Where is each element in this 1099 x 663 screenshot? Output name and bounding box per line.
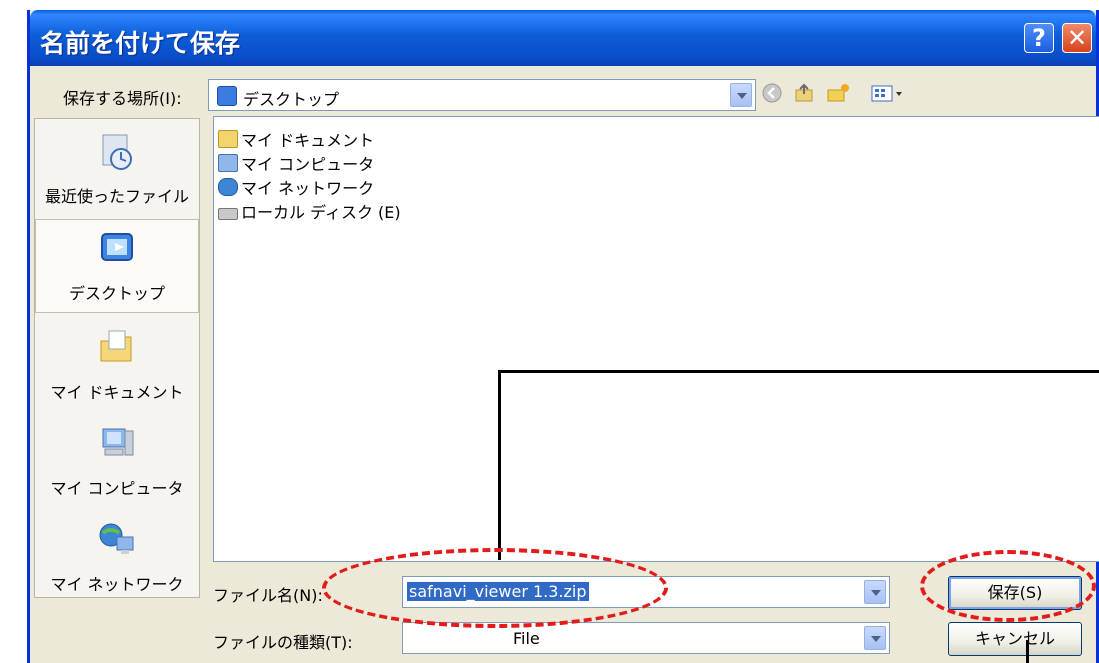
my-computer-icon xyxy=(102,428,134,456)
cancel-button[interactable]: キャンセル xyxy=(948,622,1082,656)
place-label: マイ コンピュータ xyxy=(50,479,184,498)
filetype-value: File xyxy=(513,629,540,648)
dialog-title: 名前を付けて保存 xyxy=(40,29,241,58)
computer-icon xyxy=(218,154,238,172)
list-item-label: マイ ドキュメント xyxy=(241,131,375,150)
place-recent[interactable]: 最近使ったファイル xyxy=(35,123,199,217)
list-item-label: マイ ネットワーク xyxy=(241,179,375,198)
folder-icon xyxy=(218,130,238,148)
highlight-filename-ellipse xyxy=(322,548,668,628)
chevron-down-icon[interactable] xyxy=(864,580,886,604)
places-bar: 最近使ったファイル デスクトップ マイ ドキュメント マイ コンピュータ マイ … xyxy=(34,118,200,598)
location-value: デスクトップ xyxy=(243,90,340,109)
help-button[interactable]: ? xyxy=(1024,23,1054,53)
annotation-pointer-line xyxy=(1026,640,1029,663)
network-icon xyxy=(218,178,238,196)
my-documents-icon xyxy=(100,330,132,362)
filetype-label: ファイルの種類(T): xyxy=(213,633,353,652)
place-my-documents[interactable]: マイ ドキュメント xyxy=(35,319,199,413)
location-combo[interactable]: デスクトップ xyxy=(208,79,756,111)
place-label: マイ ドキュメント xyxy=(50,383,184,402)
place-label: デスクトップ xyxy=(68,284,165,303)
place-my-network[interactable]: マイ ネットワーク xyxy=(35,511,199,605)
close-button[interactable]: ✕ xyxy=(1062,23,1092,53)
chevron-down-icon[interactable] xyxy=(730,83,752,107)
place-label: 最近使ったファイル xyxy=(44,187,189,206)
list-item[interactable]: マイ コンピュータ xyxy=(218,151,374,175)
up-folder-icon[interactable] xyxy=(792,82,816,106)
back-icon[interactable] xyxy=(760,82,784,106)
place-label: マイ ネットワーク xyxy=(50,575,184,594)
filename-label: ファイル名(N): xyxy=(213,586,323,605)
desktop-small-icon xyxy=(217,86,237,106)
new-folder-icon[interactable] xyxy=(826,82,850,106)
chevron-down-icon[interactable] xyxy=(864,626,886,650)
list-item-label: マイ コンピュータ xyxy=(241,155,375,174)
list-item[interactable]: ローカル ディスク (E) xyxy=(218,199,401,223)
list-item[interactable]: マイ ネットワーク xyxy=(218,175,374,199)
list-item[interactable]: マイ ドキュメント xyxy=(218,127,374,151)
location-label: 保存する場所(I): xyxy=(63,89,182,108)
place-desktop[interactable]: デスクトップ xyxy=(35,219,199,313)
view-menu-icon[interactable] xyxy=(870,82,906,106)
list-item-label: ローカル ディスク (E) xyxy=(241,203,401,222)
drive-icon xyxy=(218,208,238,220)
my-network-icon xyxy=(99,523,134,554)
recent-icon xyxy=(102,134,132,170)
title-bar[interactable]: 名前を付けて保存 ? ✕ xyxy=(30,10,1096,66)
place-my-computer[interactable]: マイ コンピュータ xyxy=(35,415,199,509)
highlight-save-ellipse xyxy=(920,550,1096,622)
desktop-icon xyxy=(101,233,133,261)
annotation-callout-line xyxy=(498,370,1099,560)
